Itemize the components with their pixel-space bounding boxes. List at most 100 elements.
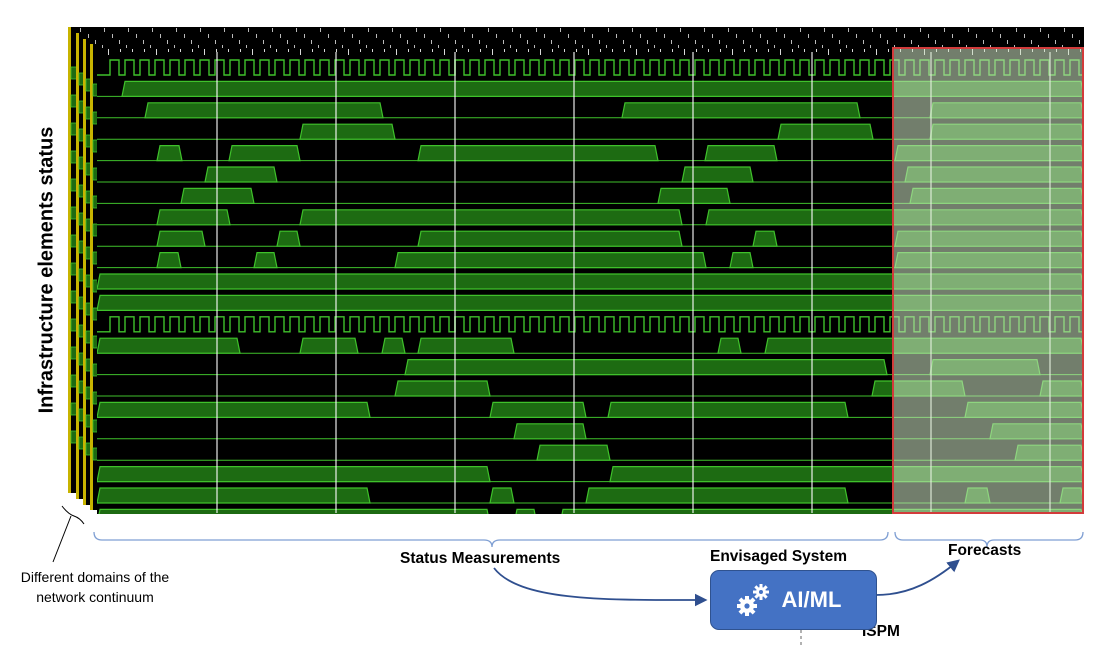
layer-tick — [776, 28, 777, 32]
time-tick — [300, 49, 301, 55]
time-tick — [120, 49, 121, 52]
layer-tick — [959, 40, 960, 44]
layer-tick — [335, 40, 336, 44]
layer-tick — [296, 28, 297, 32]
time-tick — [708, 49, 709, 52]
layer-tick — [208, 34, 209, 38]
layer-tick — [448, 34, 449, 38]
layer-tick — [728, 28, 729, 32]
layer-tick — [824, 28, 825, 32]
time-tick — [276, 49, 277, 52]
signal-pulse — [97, 466, 491, 483]
time-tick — [144, 49, 145, 52]
layer-tick — [95, 40, 96, 44]
domains-brace — [61, 505, 85, 525]
layer-tick — [1055, 40, 1056, 44]
layer-tick — [992, 28, 993, 32]
time-tick — [528, 49, 529, 52]
domains-pointer — [52, 515, 72, 563]
signal-pulse — [156, 209, 231, 226]
signal-pulse — [404, 359, 888, 376]
layer-tick — [623, 40, 624, 44]
layer-tick — [839, 40, 840, 44]
signal-pulse — [489, 487, 515, 504]
layer-tick — [647, 40, 648, 44]
time-tick — [828, 49, 829, 55]
layer-tick — [232, 34, 233, 38]
layer-tick — [256, 34, 257, 38]
signal-pulse — [513, 423, 587, 440]
layer-tick — [584, 28, 585, 32]
signal-pulse — [417, 337, 515, 354]
time-tick — [648, 49, 649, 52]
layer-tick — [488, 28, 489, 32]
time-tick — [516, 49, 517, 52]
signal-pulse — [515, 508, 536, 514]
layer-tick — [896, 28, 897, 32]
signal-pulse — [276, 230, 301, 247]
time-tick — [876, 49, 877, 55]
time-tick — [408, 49, 409, 52]
time-tick — [420, 49, 421, 52]
signal-pulse — [97, 401, 371, 418]
signal-pulse — [394, 380, 491, 397]
layer-tick — [664, 34, 665, 38]
layer-tick — [712, 34, 713, 38]
layer-tick — [752, 28, 753, 32]
forecast-window — [892, 47, 1084, 514]
layer-tick — [376, 34, 377, 38]
time-tick — [660, 49, 661, 52]
time-tick — [132, 49, 133, 52]
layer-tick — [1048, 34, 1049, 38]
layer-tick — [152, 28, 153, 32]
time-tick — [492, 49, 493, 55]
signal-pulse — [144, 102, 384, 119]
layer-tick — [575, 40, 576, 44]
layer-tick — [632, 28, 633, 32]
time-tick — [456, 49, 457, 52]
measurements-to-aiml-arrow — [493, 567, 708, 607]
time-tick — [336, 49, 337, 52]
layer-tick — [695, 40, 696, 44]
layer-tick — [136, 34, 137, 38]
signal-pulse — [381, 337, 406, 354]
layer-tick — [479, 40, 480, 44]
layer-tick — [599, 40, 600, 44]
layer-tick — [272, 28, 273, 32]
layer-tick — [424, 34, 425, 38]
time-tick — [384, 49, 385, 52]
layer-tick — [520, 34, 521, 38]
signal-pulse — [489, 401, 587, 418]
layer-tick — [167, 40, 168, 44]
layer-tick — [935, 40, 936, 44]
time-tick — [312, 49, 313, 52]
layer-tick — [431, 40, 432, 44]
layer-tick — [944, 28, 945, 32]
layer-tick — [400, 34, 401, 38]
layer-tick — [1007, 40, 1008, 44]
layer-tick — [455, 40, 456, 44]
layer-tick — [928, 34, 929, 38]
layer-tick — [200, 28, 201, 32]
layer-tick — [1000, 34, 1001, 38]
time-tick — [720, 49, 721, 52]
layer-tick — [808, 34, 809, 38]
layer-tick — [784, 34, 785, 38]
ai-ml-box: AI/ML — [710, 570, 877, 630]
layer-tick — [263, 40, 264, 44]
layer-tick — [88, 34, 89, 38]
layer-tick — [191, 40, 192, 44]
layer-tick — [736, 34, 737, 38]
signal-pulse — [585, 487, 849, 504]
time-tick — [672, 49, 673, 52]
ai-ml-label: AI/ML — [781, 587, 842, 612]
layer-tick — [80, 28, 81, 32]
layer-tick — [184, 34, 185, 38]
layer-tick — [1072, 34, 1073, 38]
layer-tick — [791, 40, 792, 44]
time-tick — [228, 49, 229, 52]
time-tick — [552, 49, 553, 52]
layer-tick — [904, 34, 905, 38]
signal-pulse — [228, 145, 301, 162]
signal-pulse — [156, 252, 182, 269]
